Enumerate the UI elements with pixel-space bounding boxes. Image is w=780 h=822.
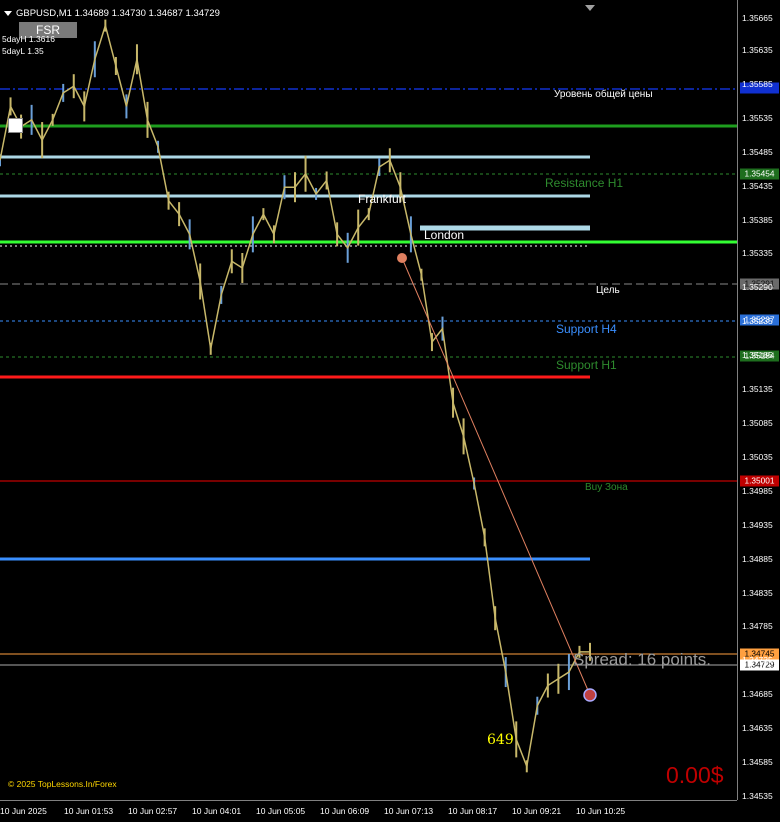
price-tag-resistance-h1: 1.35454 [740,168,779,180]
chart-window[interactable]: GBPUSD,M1 1.34689 1.34730 1.34687 1.3472… [0,0,780,821]
resistance-h1-label: Resistance H1 [545,176,624,190]
symbol-line: GBPUSD,M1 1.34689 1.34730 1.34687 1.3472… [16,8,220,19]
time-tick: 10 Jun 04:01 [192,806,242,816]
time-tick: 10 Jun 2025 [0,806,47,816]
bar-counter: 649 [487,732,514,748]
price-tick: 1.35185 [742,350,773,361]
buy-zone-label: Buy Зона [585,482,628,493]
general-price-label: Уровень общей цены [554,89,653,100]
time-tick: 10 Jun 09:21 [512,806,562,816]
price-tick: 1.35635 [742,45,773,55]
price-tick: 1.35085 [742,418,773,428]
price-tick: 1.35485 [742,146,773,157]
price-tick: 1.35385 [742,214,773,225]
copyright-text: © 2025 TopLessons.In/Forex [8,779,117,789]
target-label: Цель [596,285,620,296]
support-h1-label: Support H1 [556,358,617,372]
spread-readout: Spread: 16 points. [573,650,711,669]
trend-start-marker[interactable] [397,253,407,263]
symbol-header: GBPUSD,M1 1.34689 1.34730 1.34687 1.3472… [4,8,220,19]
time-tick: 10 Jun 02:57 [128,806,178,816]
price-tick: 1.34935 [742,519,773,530]
price-tick: 1.35435 [742,180,773,191]
time-tick: 10 Jun 10:25 [576,806,626,816]
time-tick: 10 Jun 05:05 [256,806,306,816]
five-day-high: 5dayH 1.3616 [2,34,55,44]
price-tick: 1.35135 [742,384,773,395]
price-tick: 1.35290 [742,282,773,293]
support-h4-label: Support H4 [556,322,617,336]
time-tick: 10 Jun 08:17 [448,806,498,816]
price-tick: 1.34535 [742,791,773,801]
dropdown-arrow-icon[interactable] [4,10,12,16]
price-tick: 1.34635 [742,723,773,734]
time-tick: 10 Jun 06:09 [320,806,370,816]
profit-readout: 0.00$ [666,762,724,788]
london-session-label: London [424,228,465,242]
price-tick: 1.34885 [742,553,773,564]
price-tick-top: 1.35665 [742,13,773,23]
price-tick: 1.34985 [742,485,773,496]
price-tick: 1.35335 [742,248,773,259]
time-tick: 10 Jun 07:13 [384,806,434,816]
price-tick: 1.34685 [742,689,773,700]
five-day-low: 5dayL 1.35 [2,46,44,56]
price-tick: 1.34735 [742,655,773,666]
toggle-box[interactable] [8,118,23,133]
price-tick: 1.35535 [742,112,773,123]
price-tick: 1.34585 [742,757,773,768]
chart-shift-marker[interactable] [585,5,595,11]
price-chart-canvas[interactable] [0,0,737,800]
price-tick: 1.35035 [742,451,773,462]
price-tick: 1.34835 [742,587,773,598]
price-tick: 1.35235 [742,316,773,327]
time-tick: 10 Jun 01:53 [64,806,114,816]
frankfurt-session-label: Frankfurt [358,192,407,206]
trend-end-marker[interactable] [583,688,597,702]
price-tick: 1.34785 [742,621,773,632]
price-series-line [0,22,590,770]
price-tick: 1.35585 [742,78,773,89]
